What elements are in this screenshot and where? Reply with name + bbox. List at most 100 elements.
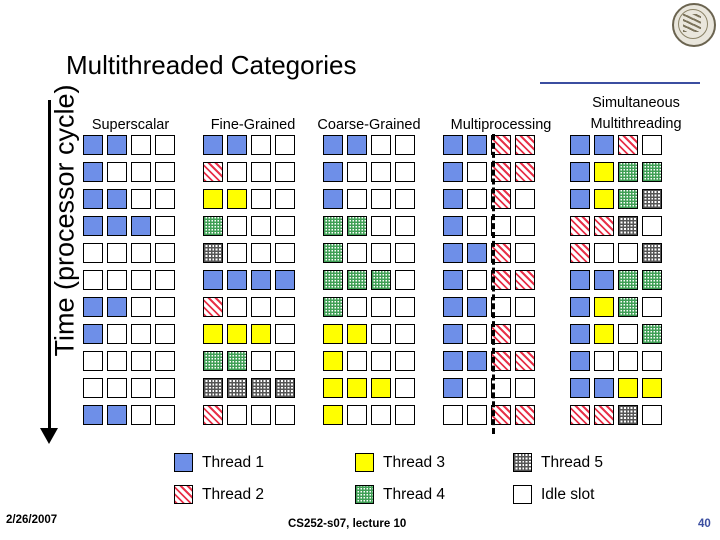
legend-swatch-thread-2: [174, 485, 193, 504]
cell-coarse-grained-r5-c0: [323, 270, 343, 290]
cell-superscalar-r6-c2: [131, 297, 151, 317]
cell-coarse-grained-r9-c2: [371, 378, 391, 398]
cell-coarse-grained-r5-c2: [371, 270, 391, 290]
cell-superscalar-r4-c3: [155, 243, 175, 263]
cell-superscalar-r7-c3: [155, 324, 175, 344]
cell-coarse-grained-r0-c1: [347, 135, 367, 155]
cell-fine-grained-r9-c2: [251, 378, 271, 398]
cell-coarse-grained-r1-c0: [323, 162, 343, 182]
cell-coarse-grained-r3-c3: [395, 216, 415, 236]
cell-superscalar-r1-c1: [107, 162, 127, 182]
cell-fine-grained-r6-c3: [275, 297, 295, 317]
cell-fine-grained-r6-c0: [203, 297, 223, 317]
column-header-superscalar: Superscalar: [91, 117, 170, 133]
cell-simultaneous-multithreading-r3-c2: [618, 216, 638, 236]
cell-superscalar-r5-c0: [83, 270, 103, 290]
cell-simultaneous-multithreading-r6-c2: [618, 297, 638, 317]
cell-multiprocessing-r6-c1: [467, 297, 487, 317]
cell-simultaneous-multithreading-r9-c2: [618, 378, 638, 398]
cell-coarse-grained-r4-c1: [347, 243, 367, 263]
cell-coarse-grained-r2-c3: [395, 189, 415, 209]
cell-fine-grained-r7-c1: [227, 324, 247, 344]
cell-coarse-grained-r1-c1: [347, 162, 367, 182]
cell-multiprocessing-r9-c3: [515, 378, 535, 398]
cell-simultaneous-multithreading-r4-c2: [618, 243, 638, 263]
cell-fine-grained-r1-c3: [275, 162, 295, 182]
university-seal-logo: [672, 3, 716, 47]
cell-multiprocessing-r10-c1: [467, 405, 487, 425]
cell-superscalar-r8-c1: [107, 351, 127, 371]
cell-coarse-grained-r3-c1: [347, 216, 367, 236]
footer-date: 2/26/2007: [6, 514, 58, 526]
column-header-multiprocessing: Multiprocessing: [450, 117, 552, 133]
cell-coarse-grained-r7-c3: [395, 324, 415, 344]
cell-multiprocessing-r1-c0: [443, 162, 463, 182]
cell-coarse-grained-r8-c0: [323, 351, 343, 371]
cell-fine-grained-r0-c2: [251, 135, 271, 155]
cell-fine-grained-r8-c2: [251, 351, 271, 371]
cell-simultaneous-multithreading-r5-c3: [642, 270, 662, 290]
cell-superscalar-r6-c3: [155, 297, 175, 317]
cell-coarse-grained-r1-c3: [395, 162, 415, 182]
legend-item-thread-1: Thread 1: [174, 453, 264, 472]
cell-multiprocessing-r9-c1: [467, 378, 487, 398]
cell-superscalar-r9-c3: [155, 378, 175, 398]
cell-coarse-grained-r1-c2: [371, 162, 391, 182]
cell-simultaneous-multithreading-r2-c0: [570, 189, 590, 209]
page-title: Multithreaded Categories: [66, 50, 357, 80]
cell-multiprocessing-r6-c0: [443, 297, 463, 317]
cell-fine-grained-r2-c1: [227, 189, 247, 209]
cell-coarse-grained-r2-c1: [347, 189, 367, 209]
cell-simultaneous-multithreading-r5-c0: [570, 270, 590, 290]
cell-fine-grained-r1-c0: [203, 162, 223, 182]
cell-multiprocessing-r5-c3: [515, 270, 535, 290]
cell-fine-grained-r4-c3: [275, 243, 295, 263]
cell-multiprocessing-r8-c3: [515, 351, 535, 371]
cell-coarse-grained-r8-c2: [371, 351, 391, 371]
cell-simultaneous-multithreading-r5-c2: [618, 270, 638, 290]
cell-simultaneous-multithreading-r9-c3: [642, 378, 662, 398]
cell-superscalar-r8-c2: [131, 351, 151, 371]
cell-fine-grained-r3-c3: [275, 216, 295, 236]
cell-multiprocessing-r3-c1: [467, 216, 487, 236]
cell-fine-grained-r5-c3: [275, 270, 295, 290]
footer-course-label: CS252-s07, lecture 10: [288, 518, 407, 530]
cell-fine-grained-r9-c3: [275, 378, 295, 398]
cell-superscalar-r3-c1: [107, 216, 127, 236]
cell-coarse-grained-r9-c3: [395, 378, 415, 398]
cell-multiprocessing-r4-c3: [515, 243, 535, 263]
cell-simultaneous-multithreading-r10-c2: [618, 405, 638, 425]
cell-simultaneous-multithreading-r6-c1: [594, 297, 614, 317]
y-axis-arrow-head: [40, 428, 58, 444]
cell-fine-grained-r9-c1: [227, 378, 247, 398]
cell-superscalar-r10-c1: [107, 405, 127, 425]
cell-superscalar-r6-c1: [107, 297, 127, 317]
cell-simultaneous-multithreading-r0-c2: [618, 135, 638, 155]
cell-fine-grained-r5-c1: [227, 270, 247, 290]
column-header-coarse-grained: Coarse-Grained: [317, 117, 421, 133]
cell-superscalar-r4-c2: [131, 243, 151, 263]
cell-multiprocessing-r2-c0: [443, 189, 463, 209]
cell-fine-grained-r3-c2: [251, 216, 271, 236]
cell-coarse-grained-r6-c2: [371, 297, 391, 317]
cell-superscalar-r10-c2: [131, 405, 151, 425]
cell-coarse-grained-r9-c1: [347, 378, 367, 398]
cell-superscalar-r9-c2: [131, 378, 151, 398]
cell-fine-grained-r8-c1: [227, 351, 247, 371]
cell-superscalar-r6-c0: [83, 297, 103, 317]
cell-multiprocessing-r0-c0: [443, 135, 463, 155]
cell-simultaneous-multithreading-r8-c3: [642, 351, 662, 371]
cell-simultaneous-multithreading-r3-c1: [594, 216, 614, 236]
legend-swatch-thread-5: [513, 453, 532, 472]
cell-simultaneous-multithreading-r3-c3: [642, 216, 662, 236]
cell-coarse-grained-r3-c0: [323, 216, 343, 236]
cell-superscalar-r7-c1: [107, 324, 127, 344]
cell-fine-grained-r10-c0: [203, 405, 223, 425]
cell-superscalar-r2-c2: [131, 189, 151, 209]
legend-swatch-idle-slot: [513, 485, 532, 504]
cell-coarse-grained-r4-c2: [371, 243, 391, 263]
legend-label-thread-5: Thread 5: [541, 453, 604, 471]
cell-fine-grained-r6-c2: [251, 297, 271, 317]
cell-superscalar-r8-c3: [155, 351, 175, 371]
cell-superscalar-r0-c0: [83, 135, 103, 155]
